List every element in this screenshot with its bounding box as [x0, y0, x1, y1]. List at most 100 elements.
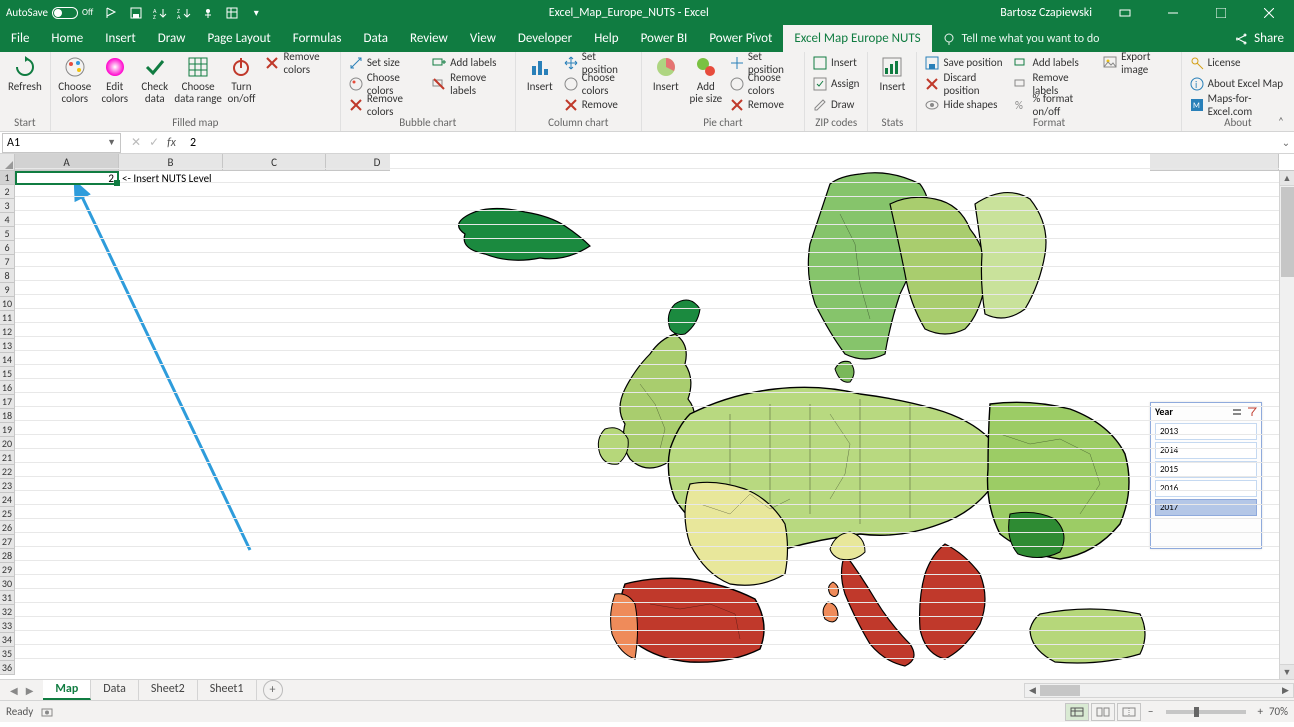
- license-button[interactable]: License: [1186, 52, 1290, 73]
- tab-data[interactable]: Data: [353, 25, 400, 52]
- tab-draw[interactable]: Draw: [147, 25, 197, 52]
- row-header-32[interactable]: 32: [0, 605, 15, 619]
- row-header-21[interactable]: 21: [0, 451, 15, 465]
- zip-draw-button[interactable]: Draw: [809, 94, 863, 115]
- row-header-13[interactable]: 13: [0, 339, 15, 353]
- horizontal-scrollbar[interactable]: ◀ ▶: [1024, 683, 1294, 698]
- export-image-button[interactable]: Export image: [1099, 52, 1177, 73]
- close-button[interactable]: [1246, 0, 1292, 25]
- enter-formula-icon[interactable]: ✓: [149, 135, 159, 150]
- row-header-9[interactable]: 9: [0, 283, 15, 297]
- row-header-3[interactable]: 3: [0, 199, 15, 213]
- scroll-up-icon[interactable]: ▲: [1280, 171, 1294, 186]
- tab-developer[interactable]: Developer: [507, 25, 583, 52]
- turn-on-off-button[interactable]: Turn on/off: [221, 52, 261, 107]
- column-insert-button[interactable]: Insert: [520, 52, 560, 95]
- row-header-27[interactable]: 27: [0, 535, 15, 549]
- maps-url-button[interactable]: MMaps-for-Excel.com: [1186, 94, 1290, 115]
- hscroll-thumb[interactable]: [1040, 685, 1080, 696]
- hscroll-left-icon[interactable]: ◀: [1025, 685, 1040, 696]
- row-header-34[interactable]: 34: [0, 633, 15, 647]
- row-header-1[interactable]: 1: [0, 171, 15, 185]
- row-header-19[interactable]: 19: [0, 423, 15, 437]
- qa-touch-icon[interactable]: [199, 4, 217, 22]
- zoom-thumb[interactable]: [1194, 707, 1199, 717]
- qa-customize-icon[interactable]: ▾: [247, 4, 265, 22]
- slicer-item-2013[interactable]: 2013: [1155, 423, 1257, 440]
- tab-formulas[interactable]: Formulas: [282, 25, 353, 52]
- user-name[interactable]: Bartosz Czapiewski: [992, 6, 1100, 20]
- row-header-25[interactable]: 25: [0, 507, 15, 521]
- row-header-15[interactable]: 15: [0, 367, 15, 381]
- add-pie-size-button[interactable]: Add pie size: [686, 52, 726, 107]
- row-header-17[interactable]: 17: [0, 395, 15, 409]
- row-header-7[interactable]: 7: [0, 255, 15, 269]
- sheet-tab-data[interactable]: Data: [91, 680, 139, 700]
- slicer-item-2016[interactable]: 2016: [1155, 480, 1257, 497]
- clear-filter-icon[interactable]: [1247, 407, 1257, 417]
- fx-icon[interactable]: fx: [167, 136, 176, 150]
- pct-format-button[interactable]: %% format on/off: [1010, 94, 1099, 115]
- tab-help[interactable]: Help: [583, 25, 629, 52]
- row-header-36[interactable]: 36: [0, 661, 15, 675]
- column-choose-colors-button[interactable]: Choose colors: [560, 73, 637, 94]
- cancel-formula-icon[interactable]: ✕: [131, 135, 141, 150]
- minimize-button[interactable]: [1150, 0, 1196, 25]
- share-button[interactable]: Share: [1226, 31, 1294, 46]
- zoom-level[interactable]: 70%: [1269, 705, 1288, 718]
- hide-shapes-button[interactable]: Hide shapes: [921, 94, 1010, 115]
- autosave-toggle[interactable]: AutoSave Off: [2, 6, 97, 19]
- expand-formula-icon[interactable]: ⌄: [1278, 136, 1294, 149]
- tab-power-bi[interactable]: Power BI: [630, 25, 699, 52]
- pie-choose-colors-button[interactable]: Choose colors: [726, 73, 800, 94]
- tab-power-pivot[interactable]: Power Pivot: [698, 25, 783, 52]
- qa-sort-asc-icon[interactable]: AZ: [151, 4, 169, 22]
- qa-save-icon[interactable]: [127, 4, 145, 22]
- row-header-12[interactable]: 12: [0, 325, 15, 339]
- select-all-button[interactable]: [0, 154, 15, 170]
- row-header-4[interactable]: 4: [0, 213, 15, 227]
- tab-page-layout[interactable]: Page Layout: [196, 25, 281, 52]
- row-header-18[interactable]: 18: [0, 409, 15, 423]
- remove-labels-button[interactable]: Remove labels: [428, 73, 511, 94]
- remove-colors-button[interactable]: Remove colors: [261, 52, 335, 73]
- tab-view[interactable]: View: [459, 25, 507, 52]
- sheet-nav-prev-icon[interactable]: ◀: [10, 684, 18, 697]
- ribbon-display-icon[interactable]: [1102, 0, 1148, 25]
- sheet-tab-sheet2[interactable]: Sheet2: [139, 680, 198, 700]
- pie-insert-button[interactable]: Insert: [646, 52, 686, 95]
- europe-map[interactable]: [390, 154, 1150, 674]
- row-header-23[interactable]: 23: [0, 479, 15, 493]
- column-remove-button[interactable]: Remove: [560, 94, 637, 115]
- edit-colors-button[interactable]: Edit colors: [95, 52, 135, 107]
- row-header-22[interactable]: 22: [0, 465, 15, 479]
- row-header-28[interactable]: 28: [0, 549, 15, 563]
- cell-A1[interactable]: 2: [15, 171, 119, 185]
- tab-home[interactable]: Home: [40, 25, 94, 52]
- row-header-31[interactable]: 31: [0, 591, 15, 605]
- tab-file[interactable]: File: [0, 25, 40, 52]
- bubble-remove-colors-button[interactable]: Remove colors: [345, 94, 428, 115]
- refresh-button[interactable]: Refresh: [4, 52, 46, 95]
- qa-pivot-icon[interactable]: [223, 4, 241, 22]
- zoom-slider[interactable]: [1166, 710, 1246, 714]
- normal-view-button[interactable]: [1065, 703, 1089, 721]
- scroll-down-icon[interactable]: ▼: [1280, 664, 1294, 679]
- row-header-33[interactable]: 33: [0, 619, 15, 633]
- slicer-item-2014[interactable]: 2014: [1155, 442, 1257, 459]
- zip-insert-button[interactable]: Insert: [809, 52, 863, 73]
- row-header-35[interactable]: 35: [0, 647, 15, 661]
- row-header-6[interactable]: 6: [0, 241, 15, 255]
- sheet-nav-next-icon[interactable]: ▶: [26, 684, 34, 697]
- choose-colors-button[interactable]: Choose colors: [55, 52, 95, 107]
- scroll-thumb[interactable]: [1281, 187, 1294, 277]
- zip-assign-button[interactable]: Assign: [809, 73, 863, 94]
- check-data-button[interactable]: Check data: [135, 52, 175, 107]
- qa-sort-desc-icon[interactable]: ZA: [175, 4, 193, 22]
- pie-remove-button[interactable]: Remove: [726, 94, 800, 115]
- name-box[interactable]: A1 ▼: [2, 133, 121, 153]
- row-header-5[interactable]: 5: [0, 227, 15, 241]
- formula-input[interactable]: 2: [184, 136, 1278, 150]
- row-header-11[interactable]: 11: [0, 311, 15, 325]
- page-break-view-button[interactable]: [1117, 703, 1141, 721]
